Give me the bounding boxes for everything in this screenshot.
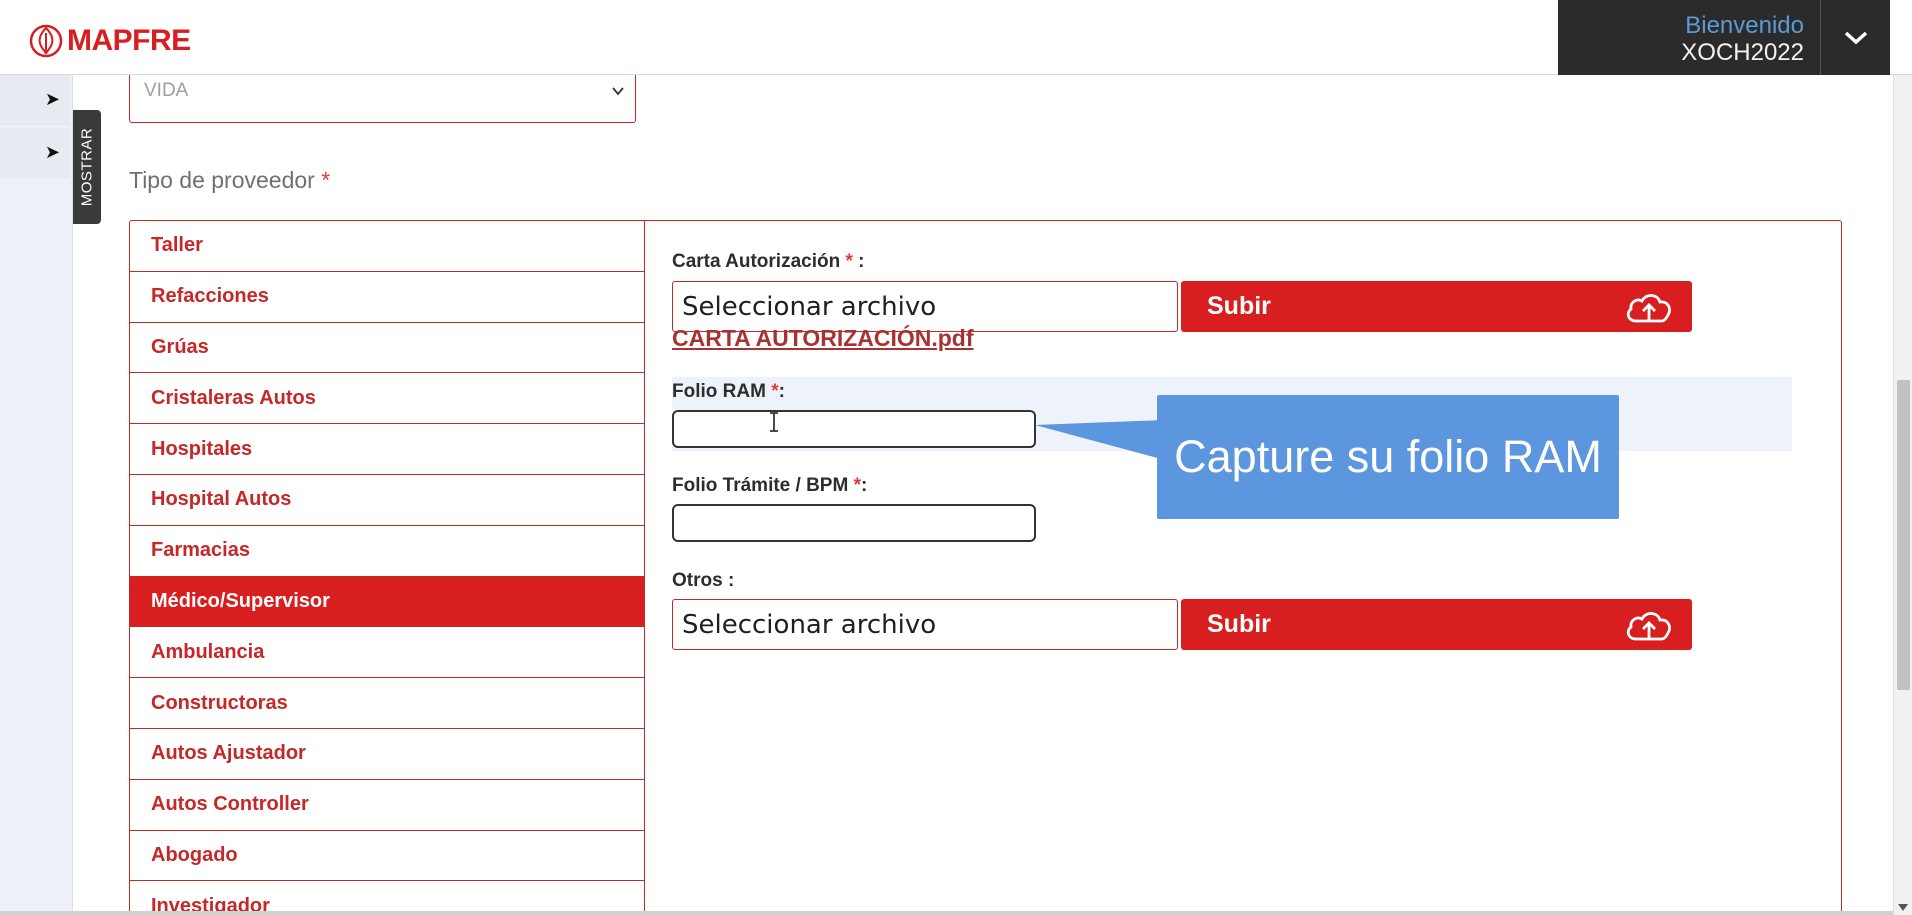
provider-item[interactable]: Hospitales xyxy=(130,424,644,475)
provider-panel: Taller Refacciones Grúas Cristaleras Autos H… xyxy=(129,220,1842,915)
provider-item[interactable]: Autos Ajustador xyxy=(130,729,644,780)
play-arrow-icon: ➤ xyxy=(44,142,60,162)
otros-label: Otros : xyxy=(672,570,735,591)
document-form: Carta Autorización * : Seleccionar archi… xyxy=(645,221,1841,915)
provider-item[interactable]: Refacciones xyxy=(130,272,644,323)
left-gutter: ➤ ➤ xyxy=(0,75,73,915)
provider-item[interactable]: Abogado xyxy=(130,831,644,882)
folio-ram-tooltip: Capture su folio RAM xyxy=(1157,395,1619,519)
provider-item[interactable]: Grúas xyxy=(130,323,644,374)
welcome-text: Bienvenido xyxy=(1685,12,1804,39)
cloud-upload-icon xyxy=(1626,294,1671,323)
provider-item[interactable]: Hospital Autos xyxy=(130,475,644,526)
provider-item[interactable]: Cristaleras Autos xyxy=(130,373,644,425)
provider-item[interactable]: Autos Controller xyxy=(130,780,644,831)
username: XOCH2022 xyxy=(1681,39,1804,66)
folio-tramite-input[interactable] xyxy=(672,504,1036,542)
folio-tramite-label: Folio Trámite / BPM *: xyxy=(672,475,868,496)
provider-list: Taller Refacciones Grúas Cristaleras Autos H… xyxy=(130,221,645,915)
play-arrow-icon: ➤ xyxy=(44,89,60,109)
chevron-down-icon xyxy=(612,87,624,96)
ramo-select[interactable]: VIDA xyxy=(129,75,636,123)
vertical-scrollbar[interactable] xyxy=(1893,75,1912,915)
bottom-edge xyxy=(0,911,1893,915)
top-header: MAPFRE Bienvenido XOCH2022 xyxy=(0,0,1912,75)
folio-ram-input[interactable] xyxy=(672,410,1036,448)
scrollbar-thumb[interactable] xyxy=(1897,380,1910,690)
tipo-proveedor-label: Tipo de proveedor * xyxy=(129,167,331,193)
required-mark: * xyxy=(321,167,331,193)
expand-arrow-1[interactable]: ➤ xyxy=(0,75,70,125)
main-content: VIDA Tipo de proveedor * Taller Refaccion… xyxy=(73,75,1893,915)
brand-name: MAPFRE xyxy=(67,24,191,57)
mapfre-logo[interactable]: MAPFRE xyxy=(29,19,191,63)
user-menu-toggle[interactable] xyxy=(1820,0,1890,75)
mapfre-logo-icon xyxy=(29,24,63,58)
carta-autorizacion-label: Carta Autorización * : xyxy=(672,251,865,272)
chevron-down-icon xyxy=(1844,31,1867,44)
user-menu[interactable]: Bienvenido XOCH2022 xyxy=(1558,0,1820,75)
provider-item[interactable]: Taller xyxy=(130,221,644,272)
tooltip-pointer xyxy=(1035,420,1165,460)
expand-arrow-2[interactable]: ➤ xyxy=(0,128,70,178)
otros-file-input[interactable]: Seleccionar archivo xyxy=(672,599,1178,650)
provider-item[interactable]: Constructoras xyxy=(130,678,644,729)
folio-ram-label: Folio RAM *: xyxy=(672,381,785,402)
carta-uploaded-file-link[interactable]: CARTA AUTORIZACIÓN.pdf xyxy=(672,325,974,352)
provider-item[interactable]: Médico/Supervisor xyxy=(130,576,644,628)
scroll-down-arrow-icon[interactable] xyxy=(1898,904,1908,911)
otros-upload-button[interactable]: Subir xyxy=(1181,599,1692,650)
provider-item[interactable]: Ambulancia xyxy=(130,627,644,679)
app-window: MAPFRE Bienvenido XOCH2022 ➤ ➤ MOSTRAR V… xyxy=(0,0,1912,915)
text-cursor-icon xyxy=(770,412,778,432)
provider-item[interactable]: Investigador xyxy=(130,881,644,915)
cloud-upload-icon xyxy=(1626,612,1671,641)
carta-upload-button[interactable]: Subir xyxy=(1181,281,1692,332)
provider-item[interactable]: Farmacias xyxy=(130,526,644,577)
ramo-select-value: VIDA xyxy=(144,80,189,101)
